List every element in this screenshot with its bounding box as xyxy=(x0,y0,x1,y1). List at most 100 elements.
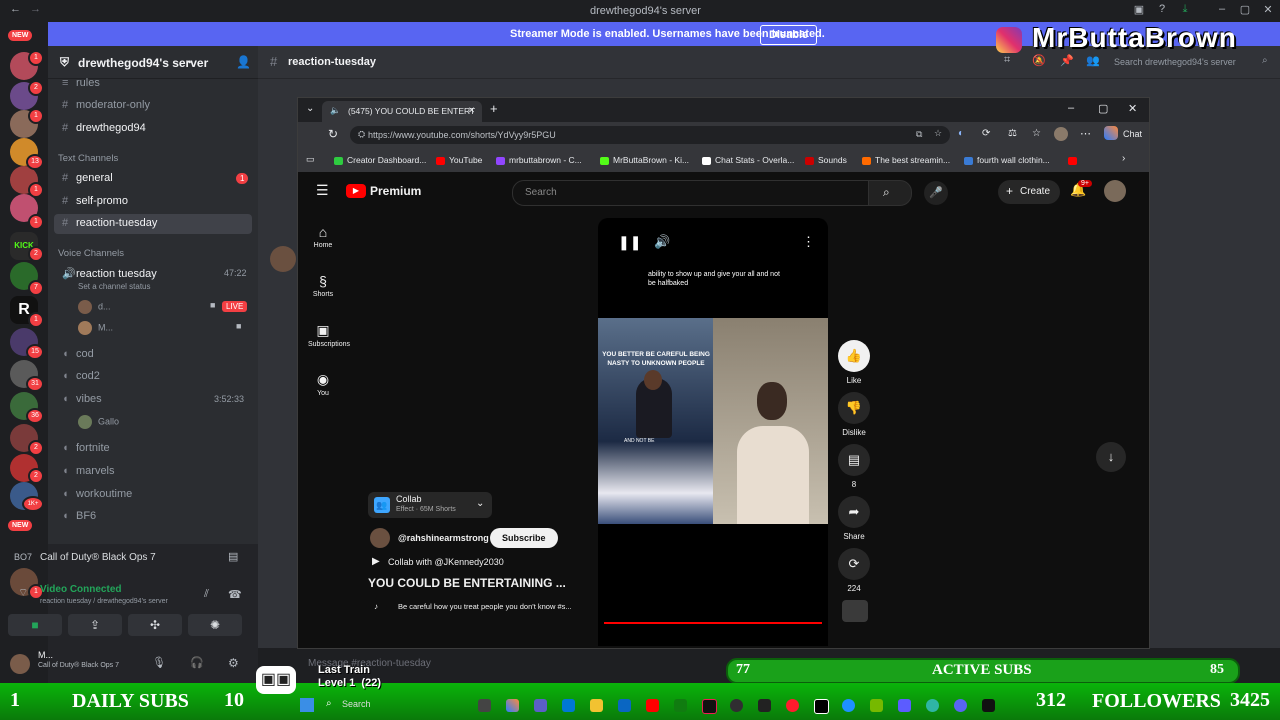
progress-bar[interactable] xyxy=(604,622,822,624)
collab-chip[interactable]: 👥 Collab Effect · 65M Shorts ⌄ xyxy=(368,492,492,518)
edge-icon[interactable] xyxy=(926,699,939,712)
text-channels-category[interactable]: Text Channels xyxy=(58,153,118,164)
extension-icon[interactable]: ⚖ xyxy=(1008,128,1017,139)
app-icon[interactable] xyxy=(898,699,911,712)
next-video-icon[interactable]: ↓ xyxy=(1096,442,1126,472)
voice-channel-marvels[interactable]: ◖ marvels xyxy=(62,465,115,477)
dislike-button[interactable]: 👎 Dislike xyxy=(838,392,870,437)
camera-button[interactable]: ■ xyxy=(8,614,62,636)
install-icon[interactable]: ⧉ xyxy=(916,129,922,140)
sidebar-toggle-icon[interactable]: ▭ xyxy=(306,154,315,165)
voice-channel-bf6[interactable]: ◖ BF6 xyxy=(62,510,96,522)
download-icon[interactable]: ⤓ xyxy=(1178,3,1192,17)
activity-icon[interactable]: ▤ xyxy=(228,550,238,563)
youtube-icon[interactable] xyxy=(646,699,659,712)
youtube-premium-logo[interactable]: Premium xyxy=(370,184,421,198)
forward-arrow-icon[interactable]: → xyxy=(30,3,41,15)
channel-status[interactable]: Set a channel status xyxy=(78,282,151,291)
discord-icon[interactable] xyxy=(954,699,967,712)
bookmark-item[interactable]: mrbuttabrown - C... xyxy=(496,155,582,165)
search-button[interactable]: ⌕ xyxy=(868,180,912,206)
new-tab-icon[interactable]: + xyxy=(490,101,498,116)
maximize-icon[interactable]: ▢ xyxy=(1238,3,1252,17)
browser-tab[interactable]: 🔈 (5475) YOU COULD BE ENTERT ✕ xyxy=(322,101,482,122)
more-icon[interactable]: ⋯ xyxy=(1080,127,1091,140)
channel-reaction-tuesday[interactable]: # reaction-tuesday xyxy=(62,217,157,229)
back-arrow-icon[interactable]: ← xyxy=(10,3,21,15)
site-info-icon[interactable]: ⛭ xyxy=(358,129,365,140)
extension-icon[interactable]: ◐ xyxy=(958,128,964,139)
xbox-icon[interactable] xyxy=(674,699,687,712)
channel-drewthegod94[interactable]: # drewthegod94 xyxy=(62,122,146,134)
bookmark-item[interactable]: Sounds xyxy=(805,155,847,165)
remix-button[interactable]: ⟳ 224 xyxy=(838,548,870,593)
bookmark-item[interactable]: YouTube xyxy=(436,155,482,165)
subscribe-button[interactable]: Subscribe xyxy=(490,528,558,548)
minimize-icon[interactable]: – xyxy=(1215,3,1229,17)
voice-channel-cod2[interactable]: ◖ cod2 xyxy=(62,370,100,382)
bookmark-item[interactable]: Chat Stats - Overla... xyxy=(702,155,794,165)
copilot-icon[interactable] xyxy=(506,699,519,712)
url-field[interactable]: ⛭ https://www.youtube.com/shorts/YdVyy9r… xyxy=(350,126,950,144)
noise-suppression-icon[interactable]: ⫽ xyxy=(204,588,209,601)
app-icon[interactable] xyxy=(478,699,491,712)
bookmark-item[interactable]: Creator Dashboard... xyxy=(334,155,426,165)
screen-share-button[interactable]: ⇪ xyxy=(68,614,122,636)
cod-icon[interactable] xyxy=(758,699,771,712)
server-search-input[interactable]: Search drewthegod94's server xyxy=(1114,57,1236,67)
sound-thumbnail[interactable] xyxy=(842,600,868,622)
collab-with[interactable]: Collab with @JKennedy2030 xyxy=(388,557,504,567)
store-icon[interactable] xyxy=(618,699,631,712)
close-tab-icon[interactable]: ✕ xyxy=(468,105,475,116)
nav-you[interactable]: ◉ You xyxy=(308,371,338,397)
profile-avatar[interactable] xyxy=(1054,127,1068,141)
settings-icon[interactable]: ⚙ xyxy=(228,656,239,670)
reload-icon[interactable]: ↻ xyxy=(328,127,338,141)
youtube-logo-icon[interactable]: ▶ xyxy=(346,184,366,198)
help-icon[interactable]: ? xyxy=(1155,3,1169,17)
nav-subscriptions[interactable]: ▣ Subscriptions xyxy=(308,322,350,348)
close-window-icon[interactable]: ✕ xyxy=(1128,102,1137,115)
inbox-icon[interactable]: ▣ xyxy=(1132,3,1146,17)
bookmark-item[interactable]: fourth wall clothin... xyxy=(964,155,1050,165)
voice-channel-workoutime[interactable]: ◖ workoutime xyxy=(62,488,132,500)
voice-search-icon[interactable]: 🎤 xyxy=(924,181,948,205)
voice-channels-category[interactable]: Voice Channels xyxy=(58,248,124,259)
menu-icon[interactable]: ☰ xyxy=(316,182,329,199)
short-title[interactable]: YOU COULD BE ENTERTAINING ... xyxy=(368,576,566,590)
channel-handle[interactable]: @rahshinearmstrong xyxy=(398,533,489,543)
chevron-down-icon[interactable]: ⌄ xyxy=(476,498,484,509)
bookmark-item[interactable]: MrButtaBrown - Ki... xyxy=(600,155,689,165)
tiktok-icon[interactable] xyxy=(702,699,717,714)
user-avatar[interactable] xyxy=(10,654,30,674)
bookmark-star-icon[interactable]: ☆ xyxy=(934,128,942,139)
chat-button[interactable]: Chat xyxy=(1123,129,1142,139)
more-bookmarks-icon[interactable]: › xyxy=(1122,153,1125,164)
voice-channel-cod[interactable]: ◖ cod xyxy=(62,348,94,360)
close-icon[interactable]: ✕ xyxy=(1261,3,1275,17)
like-button[interactable]: 👍 Like xyxy=(838,340,870,385)
maximize-icon[interactable]: ▢ xyxy=(1098,102,1108,115)
volume-icon[interactable]: 🔊 xyxy=(654,234,670,250)
microphone-icon[interactable]: 🎙 xyxy=(152,656,166,669)
activities-button[interactable]: ✣ xyxy=(128,614,182,636)
calendar-icon[interactable] xyxy=(562,699,575,712)
voice-channel-vibes[interactable]: ◖ vibes xyxy=(62,393,102,405)
tab-actions-icon[interactable]: ⌄ xyxy=(306,103,314,114)
nav-shorts[interactable]: § Shorts xyxy=(308,273,338,298)
extension-icon[interactable]: ⟳ xyxy=(982,128,990,139)
channel-self-promo[interactable]: # self-promo xyxy=(62,195,128,207)
channel-moderator-only[interactable]: # moderator-only xyxy=(62,99,150,111)
bookmark-item[interactable] xyxy=(1068,155,1081,165)
voice-connected-subtitle[interactable]: reaction tuesday / drewthegod94's server xyxy=(40,598,168,605)
channel-general[interactable]: # general xyxy=(62,172,113,184)
copilot-icon[interactable] xyxy=(1104,126,1118,140)
taskbar-search[interactable]: Search xyxy=(342,699,371,709)
voice-user[interactable]: d... xyxy=(78,300,111,314)
capcut-icon[interactable] xyxy=(814,699,829,714)
channel-rules[interactable]: ≡ rules xyxy=(62,77,100,89)
short-video-player[interactable]: ❚❚ 🔊 ⋮ ability to show up and give your … xyxy=(598,218,828,646)
minimize-icon[interactable]: – xyxy=(1068,102,1074,114)
voice-channel-fortnite[interactable]: ◖ fortnite xyxy=(62,442,110,454)
create-button[interactable]: + Create xyxy=(998,180,1060,204)
